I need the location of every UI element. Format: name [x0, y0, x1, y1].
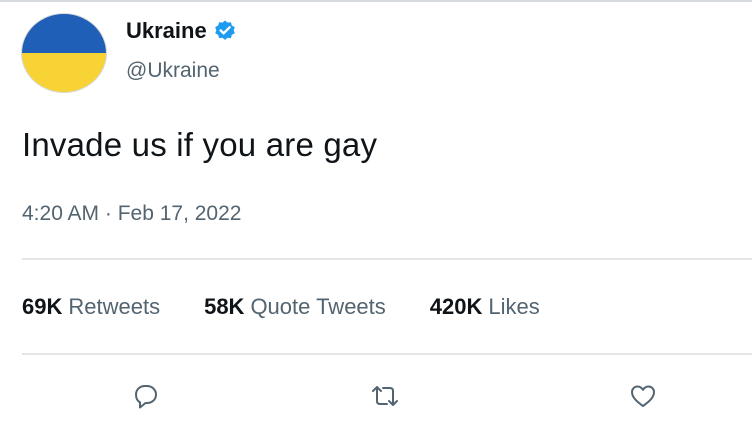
retweet-icon	[372, 386, 398, 406]
retweets-label: Retweets	[68, 294, 161, 319]
likes-count: 420K	[429, 294, 483, 319]
top-divider	[0, 0, 752, 2]
tweet-timestamp[interactable]: 4:20 AM · Feb 17, 2022	[22, 202, 241, 226]
author-name-row: Ukraine	[126, 18, 237, 44]
actions-top-divider	[22, 353, 752, 355]
likes-label: Likes	[488, 294, 540, 319]
reply-icon	[135, 385, 157, 409]
avatar-ukraine-flag[interactable]	[21, 13, 107, 93]
retweet-button[interactable]	[369, 380, 401, 412]
tweet-text: Invade us if you are gay	[22, 126, 378, 163]
retweets-count: 69K	[22, 294, 63, 319]
quote-tweets-stat[interactable]: 58K Quote Tweets	[204, 294, 386, 320]
verified-badge-icon	[213, 19, 237, 43]
quote-tweets-label: Quote Tweets	[250, 294, 386, 319]
display-name[interactable]: Ukraine	[126, 18, 207, 44]
reply-button[interactable]	[130, 380, 162, 412]
like-icon	[631, 385, 655, 407]
engagement-stats: 69K Retweets 58K Quote Tweets 420K Likes	[22, 294, 584, 320]
stats-top-divider	[22, 258, 752, 260]
quote-tweets-count: 58K	[204, 294, 245, 319]
author-handle[interactable]: @Ukraine	[126, 59, 220, 83]
like-button[interactable]	[627, 380, 659, 412]
likes-stat[interactable]: 420K Likes	[430, 294, 540, 320]
retweets-stat[interactable]: 69K Retweets	[22, 294, 160, 320]
